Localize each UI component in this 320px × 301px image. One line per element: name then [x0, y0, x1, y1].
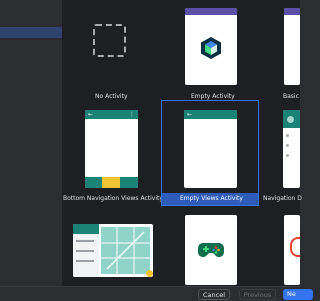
back-arrow-icon: ← [88, 111, 94, 118]
cancel-button[interactable]: Cancel [198, 289, 230, 300]
drawer-item [286, 154, 289, 157]
phone-preview [185, 8, 237, 85]
list-item [76, 240, 94, 242]
back-arrow-icon: ← [187, 111, 193, 118]
game-controller-icon [198, 243, 224, 257]
app-bar [185, 8, 237, 15]
list-item [76, 250, 94, 252]
bottom-navigation-bar [85, 177, 138, 188]
template-empty-views-activity[interactable]: ← Empty Views Activity [161, 100, 259, 206]
tile-label: Empty Activity [191, 93, 235, 100]
template-no-activity[interactable]: No Activity [83, 4, 138, 104]
template-empty-activity[interactable]: Empty Activity [181, 4, 241, 104]
list-pane [73, 224, 99, 277]
template-partial-right[interactable] [278, 212, 300, 286]
no-activity-dashed-icon [93, 24, 126, 57]
app-bar: ← [184, 110, 237, 119]
sidebar-item-selected[interactable] [0, 27, 62, 38]
phone-preview [73, 224, 153, 277]
phone-preview [284, 215, 300, 285]
next-button[interactable]: Ne [283, 289, 313, 300]
template-responsive-views-activity[interactable] [60, 212, 160, 286]
tile-label: Bottom Navigation Views Activity [63, 195, 163, 202]
phone-preview: ← [184, 110, 237, 188]
tile-label: No Activity [95, 93, 128, 100]
grid-diagonal-icon [101, 227, 150, 274]
previous-button[interactable]: Previous [239, 289, 276, 300]
drawer-header [283, 110, 300, 128]
drawer-avatar [287, 116, 294, 123]
phone-preview [284, 8, 300, 85]
template-game-activity[interactable] [181, 212, 241, 286]
sidebar [0, 0, 63, 300]
app-bar: ← ⋮ [85, 110, 138, 119]
list-item [76, 260, 94, 262]
template-navigation-drawer[interactable]: Navigation D [262, 106, 302, 206]
partial-icon [290, 237, 300, 257]
phone-preview [185, 215, 237, 285]
tile-label: Basic [283, 93, 299, 100]
tile-label: Navigation D [263, 195, 302, 202]
overflow-menu-icon: ⋮ [129, 111, 135, 118]
tile-label: Empty Views Activity [180, 195, 243, 202]
app-bar [284, 8, 300, 15]
jetpack-compose-icon [201, 37, 221, 59]
drawer-item [286, 134, 289, 137]
bottom-nav-selected-item [102, 177, 120, 188]
fab-badge [146, 270, 153, 277]
phone-preview [283, 110, 300, 188]
phone-preview: ← ⋮ [85, 110, 138, 188]
template-bottom-navigation-views-activity[interactable]: ← ⋮ Bottom Navigation Views Activity [60, 106, 163, 206]
drawer-item [286, 144, 289, 147]
list-pane-header [73, 224, 99, 234]
template-basic[interactable]: Basic [278, 4, 300, 104]
detail-grid [101, 227, 153, 277]
